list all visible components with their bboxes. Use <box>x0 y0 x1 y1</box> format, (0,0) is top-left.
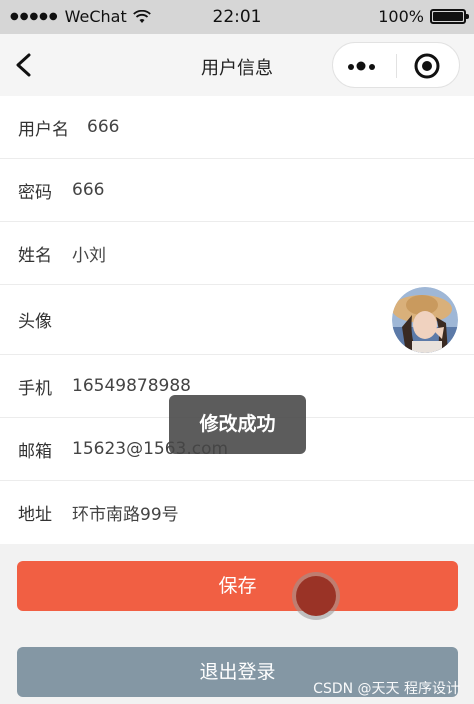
battery-icon <box>430 9 469 24</box>
target-circle-icon[interactable] <box>413 52 441 80</box>
phone-label: 手机 <box>18 378 52 399</box>
password-label: 密码 <box>18 182 52 203</box>
username-label: 用户名 <box>18 119 69 140</box>
name-label: 姓名 <box>18 245 52 266</box>
username-value[interactable]: 666 <box>87 117 119 137</box>
address-value[interactable]: 环市南路99号 <box>72 500 179 525</box>
address-label: 地址 <box>18 505 52 525</box>
status-right: 100% <box>378 7 469 26</box>
avatar-row[interactable]: 头像 <box>0 285 474 355</box>
watermark: CSDN @天天 程序设计 <box>313 681 460 697</box>
email-label: 邮箱 <box>18 441 52 462</box>
avatar-label: 头像 <box>18 312 52 332</box>
touch-indicator <box>296 576 336 616</box>
mini-program-capsule <box>332 42 460 88</box>
name-value[interactable]: 小刘 <box>72 241 106 266</box>
name-row[interactable]: 姓名 小刘 <box>0 222 474 285</box>
user-info-form: 用户名 666 密码 666 姓名 小刘 头像 手机 16549878988 邮… <box>0 96 474 544</box>
navigation-bar: 用户信息 <box>0 34 474 96</box>
address-row[interactable]: 地址 环市南路99号 <box>0 481 474 544</box>
phone-value[interactable]: 16549878988 <box>72 376 191 396</box>
more-dots-icon[interactable] <box>345 53 381 79</box>
battery-percent: 100% <box>378 7 424 26</box>
password-value[interactable]: 666 <box>72 180 104 200</box>
avatar[interactable] <box>392 287 458 353</box>
save-button[interactable]: 保存 <box>17 561 458 611</box>
capsule-divider <box>396 54 397 78</box>
status-bar: ●●●●● WeChat 22:01 100% <box>0 0 474 34</box>
password-row[interactable]: 密码 666 <box>0 159 474 222</box>
success-toast: 修改成功 <box>169 395 306 454</box>
username-row[interactable]: 用户名 666 <box>0 96 474 159</box>
